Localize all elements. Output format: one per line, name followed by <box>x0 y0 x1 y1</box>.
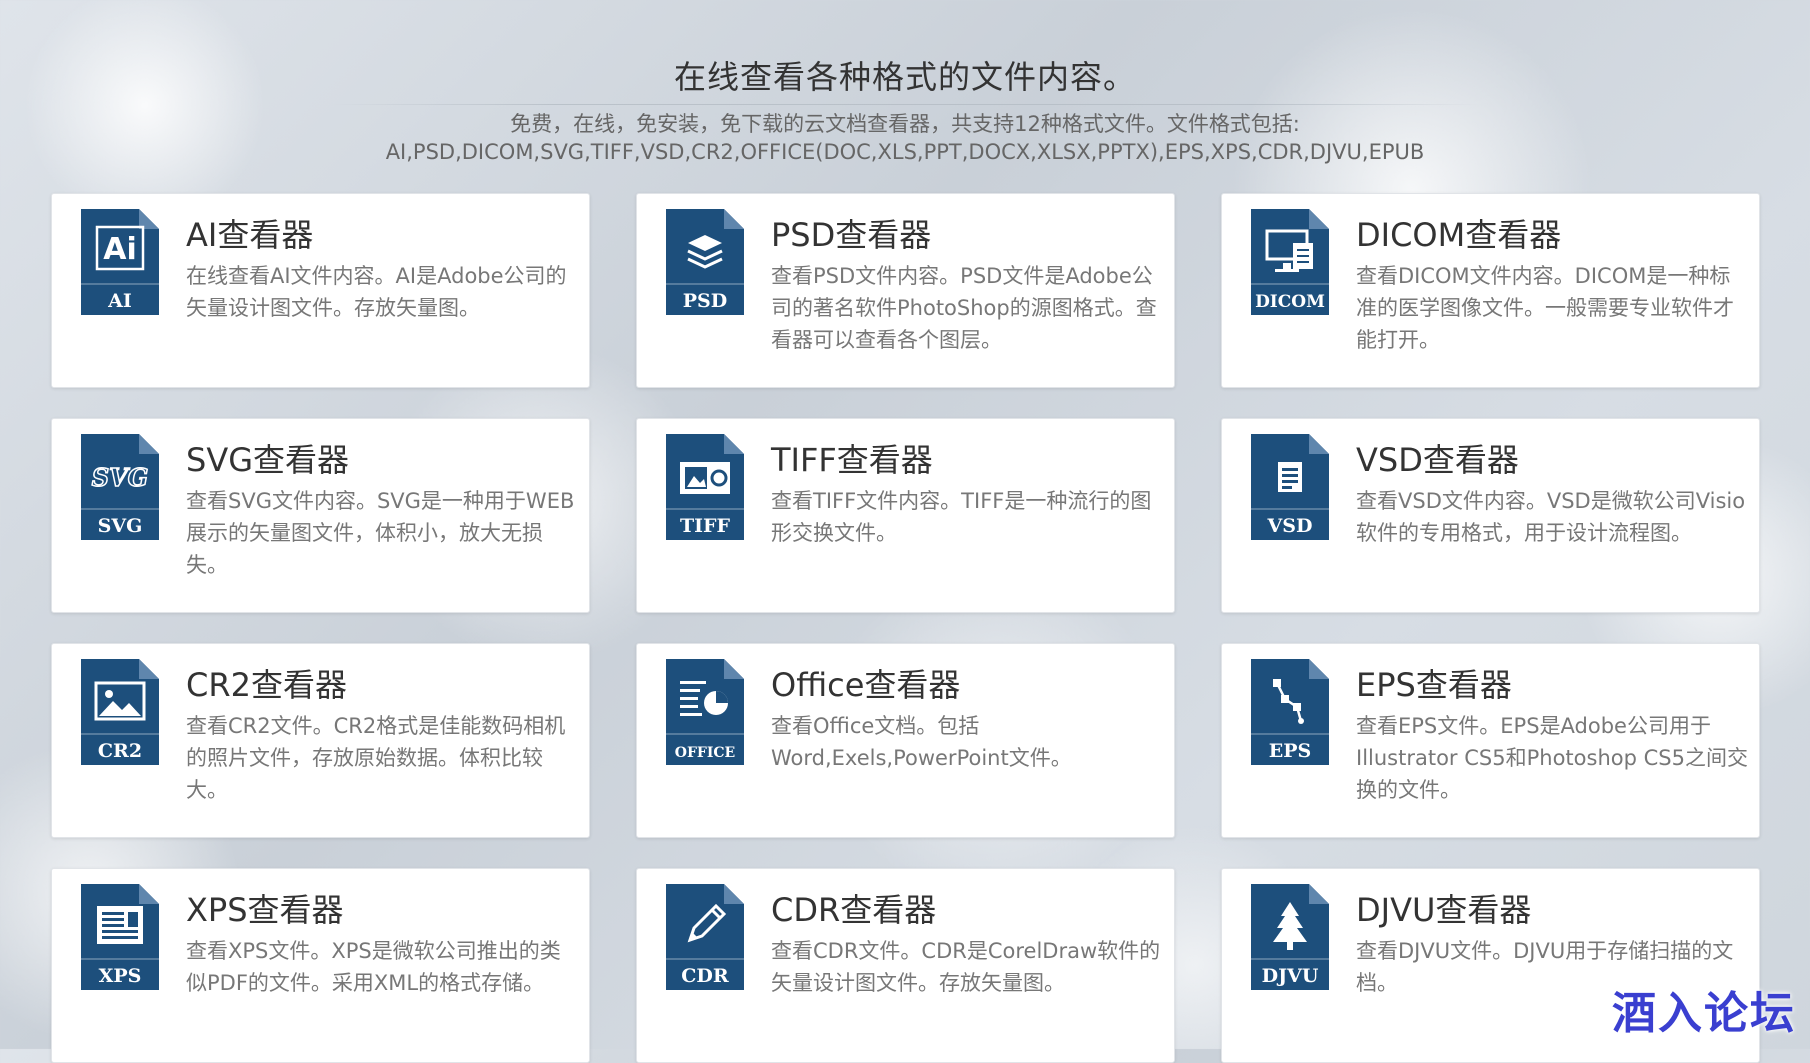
document-icon: VSD <box>1251 434 1329 540</box>
file-type-label: EPS <box>1269 740 1312 762</box>
file-type-label: SVG <box>98 515 143 537</box>
forum-watermark: 酒入论坛 <box>1612 988 1796 1039</box>
file-type-label: PSD <box>683 290 728 312</box>
viewer-description: 查看Office文档。包括Word,Exels,PowerPoint文件。 <box>771 714 1072 770</box>
pie-chart-icon: OFFICE <box>666 659 744 765</box>
tree-icon: DJVU <box>1251 884 1329 990</box>
file-type-label: DICOM <box>1255 292 1325 312</box>
viewer-description: 查看CR2文件。CR2格式是佳能数码相机的照片文件，存放原始数据。体积比较大。 <box>186 714 566 802</box>
viewer-title[interactable]: TIFF查看器 <box>771 435 933 481</box>
viewer-card-psd[interactable]: PSD PSD查看器查看PSD文件内容。PSD文件是Adobe公司的著名软件Pho… <box>636 193 1175 388</box>
viewer-title[interactable]: PSD查看器 <box>771 210 931 256</box>
viewer-title[interactable]: Office查看器 <box>771 660 960 706</box>
viewer-card-xps[interactable]: XPS XPS查看器查看XPS文件。XPS是微软公司推出的类似PDF的文件。采用X… <box>51 868 590 1063</box>
viewer-title[interactable]: VSD查看器 <box>1356 435 1519 481</box>
text-document-icon: XPS <box>81 884 159 990</box>
page-title: 在线查看各种格式的文件内容。 <box>673 58 1136 96</box>
header-divider <box>330 104 1480 105</box>
svg-glyph-icon: SVG SVG <box>81 434 159 540</box>
viewer-title[interactable]: SVG查看器 <box>186 435 349 481</box>
viewer-title[interactable]: CDR查看器 <box>771 885 936 931</box>
viewer-card-tiff[interactable]: TIFF TIFF查看器查看TIFF文件内容。TIFF是一种流行的图形交换文件。 <box>636 418 1175 613</box>
file-type-label: XPS <box>99 965 142 987</box>
viewer-description: 查看XPS文件。XPS是微软公司推出的类似PDF的文件。采用XML的格式存储。 <box>186 939 561 995</box>
viewer-card-cdr[interactable]: CDR CDR查看器查看CDR文件。CDR是CorelDraw软件的矢量设计图文件… <box>636 868 1175 1063</box>
pencil-icon: CDR <box>666 884 744 990</box>
svg-text:SVG: SVG <box>92 463 148 492</box>
viewer-description: 查看VSD文件内容。VSD是微软公司Visio软件的专用格式，用于设计流程图。 <box>1356 489 1746 545</box>
ai-glyph-icon: Ai AI <box>81 209 159 315</box>
viewer-card-ai[interactable]: Ai AI AI查看器在线查看AI文件内容。AI是Adobe公司的矢量设计图文件。存… <box>51 193 590 388</box>
viewer-description: 查看DICOM文件内容。DICOM是一种标准的医学图像文件。一般需要专业软件才能… <box>1356 264 1734 352</box>
monitor-icon: DICOM <box>1251 209 1329 315</box>
viewer-title[interactable]: CR2查看器 <box>186 660 347 706</box>
viewer-title[interactable]: EPS查看器 <box>1356 660 1512 706</box>
file-type-label: OFFICE <box>675 745 735 761</box>
viewer-title[interactable]: DICOM查看器 <box>1356 210 1561 256</box>
layers-icon: PSD <box>666 209 744 315</box>
viewer-card-office[interactable]: OFFICE Office查看器查看Office文档。包括Word,Exels,P… <box>636 643 1175 838</box>
photo-frame-icon: TIFF <box>666 434 744 540</box>
viewer-card-dicom[interactable]: DICOM DICOM查看器查看DICOM文件内容。DICOM是一种标准的医学图像… <box>1221 193 1760 388</box>
viewer-description: 查看PSD文件内容。PSD文件是Adobe公司的著名软件PhotoShop的源图… <box>771 264 1157 352</box>
viewer-description: 查看CDR文件。CDR是CorelDraw软件的矢量设计图文件。存放矢量图。 <box>771 939 1161 995</box>
viewer-description: 在线查看AI文件内容。AI是Adobe公司的矢量设计图文件。存放矢量图。 <box>186 264 567 320</box>
viewer-description: 查看SVG文件内容。SVG是一种用于WEB展示的矢量图文件，体积小，放大无损失。 <box>186 489 575 577</box>
file-type-label: DJVU <box>1262 965 1319 987</box>
image-icon: CR2 <box>81 659 159 765</box>
file-type-label: CDR <box>681 965 729 987</box>
viewer-card-cr2[interactable]: CR2 CR2查看器查看CR2文件。CR2格式是佳能数码相机的照片文件，存放原始数… <box>51 643 590 838</box>
viewer-title[interactable]: DJVU查看器 <box>1356 885 1531 931</box>
viewer-card-vsd[interactable]: VSD VSD查看器查看VSD文件内容。VSD是微软公司Visio软件的专用格式，… <box>1221 418 1760 613</box>
viewer-card-eps[interactable]: EPS EPS查看器查看EPS文件。EPS是Adobe公司用于Illustrato… <box>1221 643 1760 838</box>
file-type-label: CR2 <box>98 740 142 762</box>
page-subtitle: 免费，在线，免安装，免下载的云文档查看器，共支持12种格式文件。文件格式包括: <box>510 112 1300 136</box>
viewer-description: 查看TIFF文件内容。TIFF是一种流行的图形交换文件。 <box>771 489 1152 545</box>
viewer-title[interactable]: AI查看器 <box>186 210 313 256</box>
viewer-card-svg[interactable]: SVG SVG SVG查看器查看SVG文件内容。SVG是一种用于WEB展示的矢量图文… <box>51 418 590 613</box>
supported-formats-list: AI,PSD,DICOM,SVG,TIFF,VSD,CR2,OFFICE(DOC… <box>385 140 1425 164</box>
viewer-title[interactable]: XPS查看器 <box>186 885 344 931</box>
file-type-label: VSD <box>1267 515 1313 537</box>
file-type-label: TIFF <box>680 515 731 537</box>
file-type-label: AI <box>107 290 132 312</box>
viewer-description: 查看EPS文件。EPS是Adobe公司用于Illustrator CS5和Pho… <box>1356 714 1748 802</box>
svg-text:Ai: Ai <box>103 232 137 267</box>
vector-path-icon: EPS <box>1251 659 1329 765</box>
